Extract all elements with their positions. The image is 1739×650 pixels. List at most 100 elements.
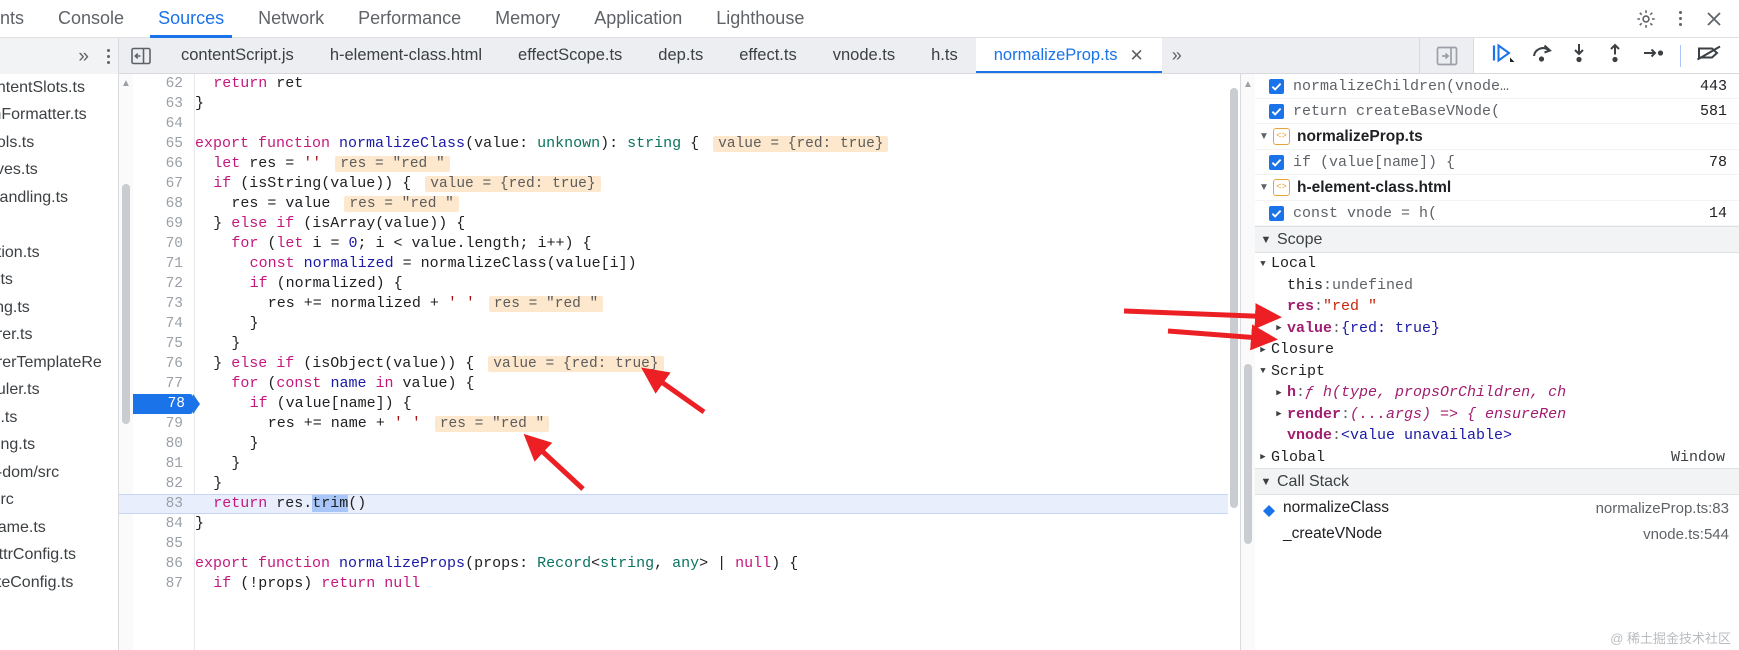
line-number[interactable]: 65 — [133, 134, 189, 154]
code-line[interactable]: 85 — [119, 534, 1240, 554]
line-number[interactable]: 71 — [133, 254, 189, 274]
chevron-down-icon[interactable]: ▼ — [1255, 182, 1273, 193]
navigator-file-tree[interactable]: ontentSlots.ts mFormatter.ts ools.ts tives.… — [0, 74, 118, 650]
line-number[interactable]: 77 — [133, 374, 189, 394]
panel-tab-console[interactable]: Console — [41, 0, 141, 38]
chevron-right-icon[interactable]: ▶ — [1271, 388, 1287, 398]
file-tab-h-element-class-html[interactable]: h-element-class.html — [312, 38, 500, 73]
navigator-item[interactable]: mFormatter.ts — [0, 102, 118, 130]
breakpoint-enabled-checkbox[interactable] — [1269, 154, 1284, 170]
chevron-down-icon[interactable]: ▼ — [1255, 131, 1273, 142]
code-line[interactable]: 75} — [119, 334, 1240, 354]
breakpoint-enabled-checkbox[interactable] — [1269, 78, 1284, 94]
scope-row[interactable]: this: undefined — [1255, 275, 1739, 297]
breakpoint-marker-line-78[interactable]: 78 — [133, 394, 200, 414]
code-line[interactable]: 87 if (!props) return null — [119, 574, 1240, 594]
navigator-item[interactable]: duler.ts — [0, 377, 118, 405]
file-tab-contentscript-js[interactable]: contentScript.js — [163, 38, 312, 73]
navigator-item[interactable]: ts — [0, 212, 118, 240]
code-line[interactable]: 72 if (normalized) { — [119, 274, 1240, 294]
chevron-right-icon[interactable]: ▶ — [1255, 452, 1271, 462]
line-number[interactable]: 63 — [133, 94, 189, 114]
deactivate-breakpoints-icon[interactable] — [1695, 42, 1723, 69]
code-line[interactable]: 69} else if (isArray(value)) { — [119, 214, 1240, 234]
line-number[interactable]: 85 — [133, 534, 189, 554]
navigator-item[interactable]: Handling.ts — [0, 184, 118, 212]
code-line[interactable]: 86 export function normalizeProps(props: … — [119, 554, 1240, 574]
show-navigator-panel-icon[interactable] — [1419, 38, 1473, 73]
navigator-item[interactable]: erer.ts — [0, 322, 118, 350]
scope-row[interactable]: vnode: <value unavailable> — [1255, 425, 1739, 447]
navigator-item[interactable]: frame.ts — [0, 514, 118, 542]
navigator-item[interactable]: tives.ts — [0, 157, 118, 185]
panel-tab-lighthouse[interactable]: Lighthouse — [699, 0, 821, 38]
code-line[interactable]: 74} — [119, 314, 1240, 334]
panel-tab-application[interactable]: Application — [577, 0, 699, 38]
line-number[interactable]: 72 — [133, 274, 189, 294]
navigator-item[interactable]: AttrConfig.ts — [0, 542, 118, 570]
breakpoint-row[interactable]: return createBaseVNode(581 — [1255, 99, 1739, 124]
scope-row[interactable]: ▶ Global Window — [1255, 447, 1739, 469]
scope-section-header[interactable]: ▼ Scope — [1255, 226, 1739, 253]
code-line[interactable]: 68 res = value res = "red " — [119, 194, 1240, 214]
breakpoint-row[interactable]: const vnode = h(14 — [1255, 201, 1739, 226]
scope-row[interactable]: ▼ Local — [1255, 253, 1739, 275]
file-tabs-overflow-button[interactable]: » — [1162, 38, 1192, 73]
line-number[interactable]: 80 — [133, 434, 189, 454]
code-line[interactable]: 70 for (let i = 0; i < value.length; i++)… — [119, 234, 1240, 254]
code-line[interactable]: 76} else if (isObject(value)) {value = {… — [119, 354, 1240, 374]
sidebar-scrollbar[interactable]: ▲ — [1241, 74, 1255, 650]
panel-tab-memory[interactable]: Memory — [478, 0, 577, 38]
navigator-item[interactable]: ling.ts — [0, 294, 118, 322]
navigator-item[interactable]: ning.ts — [0, 432, 118, 460]
file-tab-dep-ts[interactable]: dep.ts — [640, 38, 721, 73]
line-number[interactable]: 83 — [133, 494, 189, 514]
code-line[interactable]: 79 res += name + ' ' res = "red " — [119, 414, 1240, 434]
resume-script-execution-icon[interactable] — [1490, 42, 1516, 69]
line-number[interactable]: 67 — [133, 174, 189, 194]
line-number[interactable]: 69 — [133, 214, 189, 234]
line-number[interactable]: 76 — [133, 354, 189, 374]
code-line[interactable]: 65 export function normalizeClass(value: … — [119, 134, 1240, 154]
call-stack-row[interactable]: _createVNode vnode.ts:544 — [1255, 521, 1739, 547]
toggle-navigator-icon[interactable] — [119, 38, 163, 73]
line-number[interactable]: 64 — [133, 114, 189, 134]
step-out-icon[interactable] — [1604, 42, 1626, 69]
breakpoint-row[interactable]: normalizeChildren(vnode… 443 — [1255, 74, 1739, 99]
breakpoint-enabled-checkbox[interactable] — [1269, 205, 1284, 221]
file-tab-effectscope-ts[interactable]: effectScope.ts — [500, 38, 640, 73]
chevron-right-icon[interactable]: ▶ — [1271, 409, 1287, 419]
line-number[interactable]: 70 — [133, 234, 189, 254]
panel-tab-sources[interactable]: Sources — [141, 0, 241, 38]
scope-row[interactable]: res: "red " — [1255, 296, 1739, 318]
panel-tab-nts[interactable]: nts — [0, 0, 41, 38]
breakpoint-file-group[interactable]: ▼ <> normalizeProp.ts — [1255, 124, 1739, 150]
editor-right-scrollbar[interactable] — [1228, 74, 1240, 650]
scrollbar-thumb[interactable] — [1244, 364, 1252, 544]
navigator-item[interactable]: ools.ts — [0, 129, 118, 157]
gear-icon[interactable] — [1631, 4, 1661, 34]
source-code-editor[interactable]: ▲ 62 return ret 63} 64 65 export function nor… — [118, 74, 1240, 650]
scroll-up-arrow-icon[interactable]: ▲ — [1241, 79, 1255, 90]
breakpoint-row[interactable]: if (value[name]) {78 — [1255, 150, 1739, 175]
scrollbar-thumb[interactable] — [1230, 88, 1238, 508]
file-tab-h-ts[interactable]: h.ts — [913, 38, 976, 73]
code-line[interactable]: 81} — [119, 454, 1240, 474]
code-line[interactable]: 67 if (isString(value)) {value = {red: tr… — [119, 174, 1240, 194]
kebab-menu-icon[interactable] — [107, 48, 110, 64]
step-into-icon[interactable] — [1568, 42, 1590, 69]
scope-row[interactable]: ▶ render: (...args) => { ensureRen — [1255, 404, 1739, 426]
navigator-item[interactable]: ateConfig.ts — [0, 569, 118, 597]
scope-row[interactable]: ▶ h: ƒ h(type, propsOrChildren, ch — [1255, 382, 1739, 404]
line-number[interactable]: 82 — [133, 474, 189, 494]
navigator-item[interactable]: ererTemplateRe — [0, 349, 118, 377]
code-line[interactable]: 78 if (value[name]) { — [119, 394, 1240, 414]
navigator-item[interactable]: le.ts — [0, 404, 118, 432]
file-tab-vnode-ts[interactable]: vnode.ts — [815, 38, 913, 73]
kebab-menu-icon[interactable] — [1665, 4, 1695, 34]
step-over-icon[interactable] — [1530, 42, 1554, 69]
code-line[interactable]: 63} — [119, 94, 1240, 114]
code-line[interactable]: 73 res += normalized + ' ' res = "red " — [119, 294, 1240, 314]
code-line[interactable]: 80} — [119, 434, 1240, 454]
code-line[interactable]: 66 let res = '' res = "red " — [119, 154, 1240, 174]
